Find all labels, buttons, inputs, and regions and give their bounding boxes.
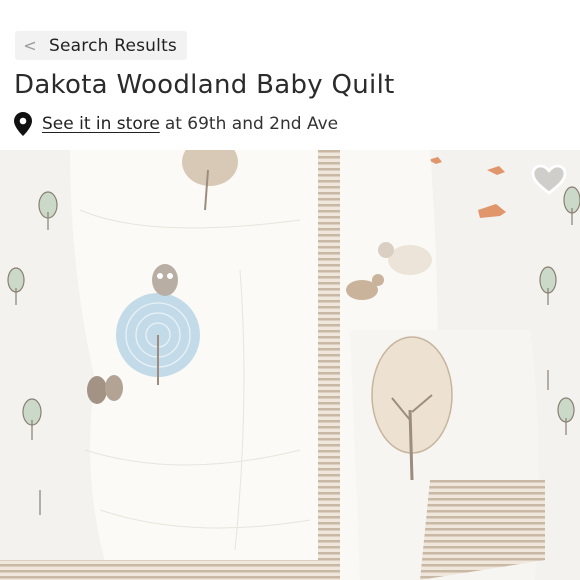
- chevron-left-icon[interactable]: <: [15, 31, 45, 60]
- store-location-row: See it in store at 69th and 2nd Ave: [14, 112, 338, 136]
- heart-outline-icon[interactable]: [531, 164, 567, 196]
- see-in-store-link[interactable]: See it in store: [42, 114, 160, 134]
- back-pill[interactable]: < Search Results: [15, 31, 187, 60]
- product-photo[interactable]: [0, 150, 580, 580]
- store-address: at 69th and 2nd Ave: [164, 114, 339, 134]
- map-pin-icon: [14, 112, 32, 136]
- back-label[interactable]: Search Results: [45, 36, 177, 56]
- product-title: Dakota Woodland Baby Quilt: [14, 70, 395, 100]
- quilt-illustration: [0, 150, 580, 580]
- back-to-search-results[interactable]: < Search Results: [15, 31, 187, 60]
- like-button[interactable]: [530, 162, 568, 198]
